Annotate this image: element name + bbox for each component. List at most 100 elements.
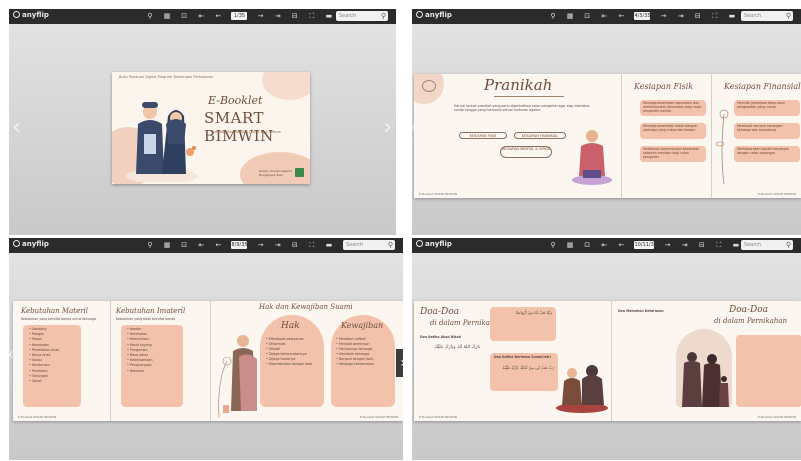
share-icon[interactable]: ⊡ — [583, 12, 591, 20]
fullscreen-icon[interactable]: ⛶ — [308, 241, 316, 249]
next-page-icon[interactable]: → — [664, 241, 672, 249]
brand-logo[interactable]: anyflip — [416, 240, 452, 248]
search-icon[interactable]: ⚲ — [786, 240, 791, 250]
footer-right: E-Booklet SMART BIMWIN — [758, 192, 796, 196]
cover-title-line2: SMART BIMWIN — [204, 109, 274, 145]
brand-logo[interactable]: anyflip — [416, 11, 452, 19]
bookmark-icon[interactable]: ⊟ — [698, 241, 706, 249]
zoom-icon[interactable]: ⚲ — [549, 241, 557, 249]
page-divider — [210, 301, 211, 421]
viewer-toolbar: anyflip ⚲ ▦ ⊡ ⇤ ← 1/35 → ⇥ ⊟ ⛶ ▬ Search ⚲ — [9, 9, 396, 24]
search-icon[interactable]: ⚲ — [786, 11, 791, 21]
thumbnails-icon[interactable]: ▦ — [566, 241, 574, 249]
first-page-icon[interactable]: ⇤ — [197, 241, 205, 249]
footer-left: E-Booklet SMART BIMWIN — [419, 415, 457, 419]
first-page-icon[interactable]: ⇤ — [197, 12, 205, 20]
praying-couple-illustration — [556, 365, 608, 413]
search-input[interactable]: Search ⚲ — [336, 11, 388, 21]
brand-logo[interactable]: anyflip — [13, 240, 49, 248]
last-page-icon[interactable]: ⇥ — [274, 12, 282, 20]
kesiapan-finansial-title: Kesiapan Finansial — [724, 82, 801, 91]
brand-icon — [416, 11, 423, 18]
doa-arabic-1: بَارَكَ اللهُ لَكَ وَبَارَكَ عَلَيْكَ — [434, 345, 480, 350]
next-page-arrow-icon[interactable]: › — [396, 349, 403, 377]
cover-subtitle: Semoga Bermanfaat Untuk Kita Semua — [212, 130, 281, 134]
page-divider — [611, 301, 612, 421]
search-input[interactable]: Search ⚲ — [741, 240, 793, 250]
page-indicator[interactable]: 4/5/35 — [634, 12, 651, 20]
fullscreen-icon[interactable]: ⛶ — [308, 12, 316, 20]
footer-left: E-Booklet SMART BIMWIN — [419, 192, 457, 196]
pill-kesiapan-finansial[interactable]: KESIAPAN FINANSIAL — [514, 132, 566, 139]
book-spread[interactable]: Pranikah Hal-hal terkait pranikah yang p… — [414, 74, 801, 198]
book-spread[interactable]: Doa-Doa di dalam Pernikahan Doa Ketika A… — [414, 301, 801, 421]
fisik-card-text: Melakukan pemeriksaan kesehatan sebelum … — [643, 147, 700, 159]
bookmark-icon[interactable]: ⊟ — [694, 12, 702, 20]
book-spread[interactable]: Kebutuhan Materil Kebutuhan yang bersifa… — [13, 301, 403, 421]
kesiapan-fisik-title: Kesiapan Fisik — [634, 82, 694, 91]
fullscreen-icon[interactable]: ⛶ — [715, 241, 723, 249]
fullscreen-icon[interactable]: ⛶ — [711, 12, 719, 20]
more-icon[interactable]: ▬ — [732, 241, 740, 249]
doa-heading-2: Doa Ketika Bertemu Suami/Istri — [494, 355, 551, 359]
imateril-title: Kebutuhan Imateril — [116, 307, 186, 315]
prev-page-icon[interactable]: ← — [214, 12, 222, 20]
last-page-icon[interactable]: ⇥ — [681, 241, 689, 249]
ring-icon — [422, 80, 436, 92]
flower-illustration — [715, 109, 729, 184]
zoom-icon[interactable]: ⚲ — [146, 12, 154, 20]
more-icon[interactable]: ▬ — [325, 12, 333, 20]
first-page-icon[interactable]: ⇤ — [600, 12, 608, 20]
kewajiban-title: Kewajiban — [341, 321, 384, 330]
next-page-icon[interactable]: → — [660, 12, 668, 20]
last-page-icon[interactable]: ⇥ — [677, 12, 685, 20]
page-indicator[interactable]: 1/35 — [231, 12, 248, 20]
search-input[interactable]: Search ⚲ — [741, 11, 793, 21]
share-icon[interactable]: ⊡ — [180, 241, 188, 249]
share-icon[interactable]: ⊡ — [583, 241, 591, 249]
doa-heading-3: Doa Memohon Keturunan — [618, 309, 664, 313]
prev-arrow-icon[interactable]: ‹ — [12, 117, 21, 139]
pill-kesiapan-mental[interactable]: KESIAPAN MENTAL & SPIKIS — [500, 146, 552, 158]
thumbnails-icon[interactable]: ▦ — [163, 12, 171, 20]
next-arrow-icon[interactable]: › — [383, 117, 392, 139]
materil-title: Kebutuhan Materil — [21, 307, 89, 315]
next-page-icon[interactable]: → — [257, 241, 265, 249]
search-placeholder: Search — [744, 242, 762, 248]
doa-title-right-2: di dalam Pernikahan — [714, 317, 788, 325]
page-indicator[interactable]: 8/9/35 — [231, 241, 248, 249]
search-icon[interactable]: ⚲ — [388, 240, 393, 250]
zoom-icon[interactable]: ⚲ — [549, 12, 557, 20]
last-page-icon[interactable]: ⇥ — [274, 241, 282, 249]
toolbar-tools: ⚲ ▦ ⊡ ⇤ ← 8/9/35 → ⇥ ⊟ ⛶ ▬ — [146, 241, 337, 250]
more-icon[interactable]: ▬ — [325, 241, 333, 249]
viewer-panel-cover: anyflip ⚲ ▦ ⊡ ⇤ ← 1/35 → ⇥ ⊟ ⛶ ▬ Search ⚲… — [9, 9, 396, 235]
prev-page-icon[interactable]: ← — [617, 241, 625, 249]
prev-page-icon[interactable]: ← — [617, 12, 625, 20]
search-input[interactable]: Search ⚲ — [343, 240, 395, 250]
zoom-icon[interactable]: ⚲ — [146, 241, 154, 249]
thumbnails-icon[interactable]: ▦ — [163, 241, 171, 249]
materil-list: • Sandang • Pangan • Papan • Kesehatan • Pen… — [29, 327, 59, 384]
pill-kesiapan-fisik[interactable]: KESIAPAN FISIK — [459, 132, 507, 139]
cover-page[interactable]: Buku Panduan Digital Program Bimbingan P… — [112, 72, 310, 184]
prev-page-icon[interactable]: ← — [214, 241, 222, 249]
pranikah-intro: Hal-hal terkait pranikah yang perlu dipe… — [454, 104, 590, 112]
list-item: • Menjaga kehormatan — [336, 362, 374, 366]
page-indicator[interactable]: 10/11/35 — [634, 241, 657, 249]
first-page-icon[interactable]: ⇤ — [600, 241, 608, 249]
next-page-icon[interactable]: → — [257, 12, 265, 20]
couple-illustration — [218, 335, 257, 417]
rights-title: Hak dan Kewajiban Suami — [259, 303, 353, 311]
share-icon[interactable]: ⊡ — [180, 12, 188, 20]
page-divider — [621, 74, 622, 198]
bookmark-icon[interactable]: ⊟ — [291, 241, 299, 249]
fisik-card-text: Menjaga kesehatan reproduksi dan memerik… — [643, 101, 702, 113]
bookmark-icon[interactable]: ⊟ — [291, 12, 299, 20]
viewer-panel-doa: anyflip ⚲ ▦ ⊡ ⇤ ← 10/11/35 → ⇥ ⊟ ⛶ ▬ Sea… — [412, 238, 801, 460]
family-illustration — [682, 352, 729, 407]
brand-logo[interactable]: anyflip — [13, 11, 49, 19]
search-icon[interactable]: ⚲ — [381, 11, 386, 21]
more-icon[interactable]: ▬ — [728, 12, 736, 20]
thumbnails-icon[interactable]: ▦ — [566, 12, 574, 20]
